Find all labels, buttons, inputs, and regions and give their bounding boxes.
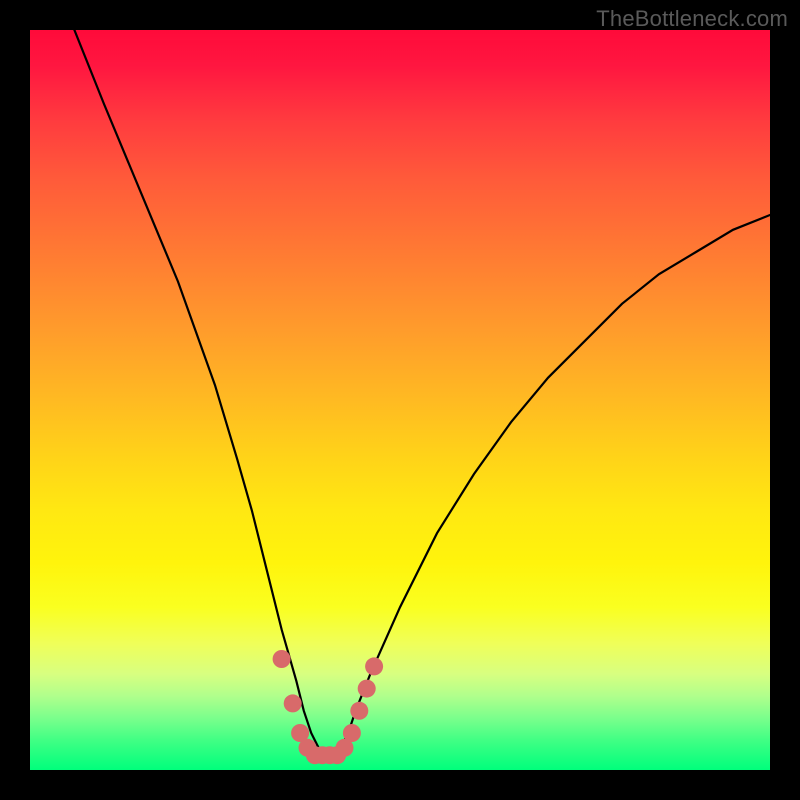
marker-dot bbox=[358, 680, 376, 698]
bottleneck-curve-line bbox=[74, 30, 770, 755]
marker-dot bbox=[273, 650, 291, 668]
marker-dot bbox=[343, 724, 361, 742]
marker-dot bbox=[365, 657, 383, 675]
marker-dot bbox=[350, 702, 368, 720]
marker-dot bbox=[284, 694, 302, 712]
highlight-markers bbox=[273, 650, 384, 764]
watermark-text: TheBottleneck.com bbox=[596, 6, 788, 32]
chart-svg bbox=[30, 30, 770, 770]
plot-area bbox=[30, 30, 770, 770]
